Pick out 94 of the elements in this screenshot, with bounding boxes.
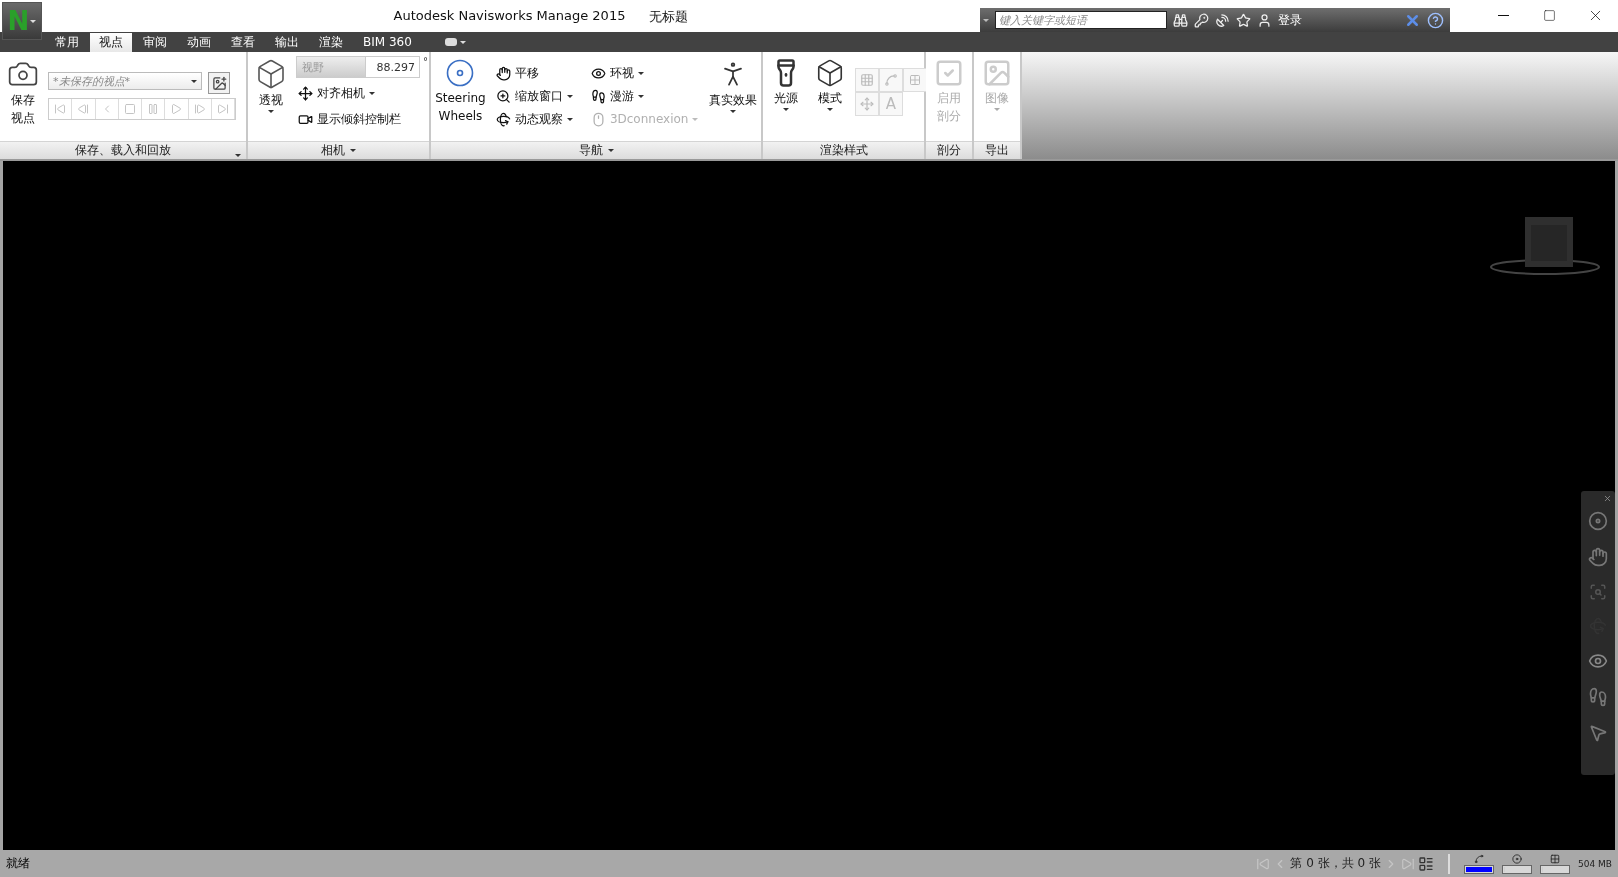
- sheet-counter: 第 0 张，共 0 张: [1290, 855, 1381, 872]
- snap-button[interactable]: [855, 92, 879, 116]
- user-icon[interactable]: [1257, 12, 1272, 28]
- caret-icon: [268, 110, 274, 113]
- expand-icon[interactable]: [983, 18, 989, 22]
- degree-unit: °: [423, 56, 428, 67]
- camera-edit-button[interactable]: [208, 72, 230, 94]
- grid-button[interactable]: [855, 68, 879, 92]
- panel-title: 保存、载入和回放: [75, 142, 171, 159]
- key-icon[interactable]: [1194, 12, 1209, 28]
- skip-forward-icon[interactable]: [216, 103, 229, 115]
- check-box-icon: [934, 58, 964, 88]
- realism-button[interactable]: 真实效果: [708, 56, 757, 141]
- caret-icon: [827, 108, 833, 111]
- footprints-icon: [590, 88, 606, 104]
- nav-tool-button[interactable]: 漫游: [588, 85, 701, 107]
- panel-title: 导出: [985, 142, 1009, 159]
- caret-icon: [191, 79, 197, 83]
- caret-icon: [369, 91, 375, 95]
- move-icon: [298, 85, 313, 101]
- image-edit-icon: [211, 75, 227, 91]
- eye-icon[interactable]: [1588, 651, 1608, 671]
- hand-icon: [495, 65, 511, 81]
- window-title: Autodesk Navisworks Manage 2015: [393, 8, 626, 25]
- caret-icon: [30, 19, 37, 23]
- caret-icon: [729, 110, 736, 113]
- perspective-button[interactable]: 透视: [252, 56, 290, 141]
- panel-title[interactable]: 相机: [321, 142, 345, 159]
- caret-icon[interactable]: [350, 149, 356, 152]
- save-viewpoint-button[interactable]: 保存 视点: [4, 56, 42, 141]
- caret-icon: [994, 108, 1000, 111]
- caret-icon: [783, 108, 789, 111]
- box-icon: [255, 58, 287, 90]
- pointer-icon[interactable]: [1588, 723, 1608, 743]
- grid-icon: [860, 73, 874, 87]
- orbit-icon: [495, 111, 511, 127]
- step-forward-icon[interactable]: [193, 103, 206, 115]
- nav-tool-button[interactable]: 缩放窗口: [493, 85, 575, 107]
- hand-icon[interactable]: [1588, 547, 1608, 567]
- ribbon-tab[interactable]: 审阅: [134, 32, 176, 52]
- ribbon-tab[interactable]: BIM 360: [354, 32, 421, 52]
- ribbon-tab[interactable]: 输出: [266, 32, 308, 52]
- panel-title: 渲染样式: [819, 142, 868, 159]
- pause-icon[interactable]: [147, 103, 160, 115]
- nav-tool-button[interactable]: 平移: [493, 62, 575, 84]
- wheel-icon: [445, 58, 476, 88]
- image-icon: [982, 58, 1012, 88]
- satellite-icon[interactable]: [1215, 12, 1230, 28]
- footprints-icon[interactable]: [1588, 687, 1608, 707]
- lights-button[interactable]: 光源: [767, 56, 805, 141]
- points-button[interactable]: [903, 68, 927, 92]
- cube-icon: [815, 58, 845, 88]
- zoom-window-icon[interactable]: [1589, 583, 1607, 601]
- show-tilt-bar-button[interactable]: 显示倾斜控制栏: [296, 108, 428, 130]
- ribbon-tab[interactable]: 视点: [90, 33, 132, 52]
- skip-back-icon[interactable]: [54, 103, 67, 115]
- ribbon-tab[interactable]: 渲染: [310, 32, 352, 52]
- eye-icon: [590, 65, 606, 81]
- status-text: 就绪: [6, 855, 31, 872]
- minimize-icon: [1497, 14, 1509, 16]
- zoom-icon: [495, 88, 511, 104]
- ribbon-tab[interactable]: 查看: [222, 32, 264, 52]
- arrows-icon: [860, 97, 874, 111]
- document-title: 无标题: [649, 8, 689, 26]
- nav-tool-button[interactable]: 环视: [588, 62, 701, 84]
- ribbon-tab[interactable]: 动画: [178, 32, 220, 52]
- panel-title[interactable]: 导航: [578, 142, 603, 159]
- caret-icon: [459, 40, 466, 44]
- help-icon[interactable]: [1427, 11, 1444, 29]
- binoculars-icon[interactable]: [1173, 12, 1188, 28]
- mouse-icon: [590, 111, 606, 127]
- caret-icon[interactable]: [607, 149, 614, 152]
- step-back-icon[interactable]: [77, 103, 90, 115]
- stop-icon[interactable]: [123, 103, 136, 115]
- sign-in-link[interactable]: 登录: [1278, 11, 1398, 29]
- wheel-icon[interactable]: [1588, 511, 1608, 531]
- fov-field[interactable]: 视野 88.297: [296, 56, 420, 78]
- search-field[interactable]: 键入关键字或短语: [995, 11, 1167, 29]
- nav-tool-button[interactable]: 动态观察: [493, 108, 575, 130]
- mode-button[interactable]: 模式: [811, 56, 849, 141]
- points-icon: [909, 74, 921, 86]
- play-icon[interactable]: [170, 103, 183, 115]
- memory-usage: 504 MB: [1578, 858, 1612, 869]
- steering-wheels-button[interactable]: Steering Wheels: [435, 56, 486, 141]
- star-icon[interactable]: [1236, 12, 1251, 28]
- ribbon-tab[interactable]: 常用: [46, 32, 88, 52]
- align-camera-button[interactable]: 对齐相机: [296, 82, 428, 104]
- maximize-icon: [1542, 8, 1556, 22]
- sheet-list-icon[interactable]: [1418, 855, 1434, 872]
- panel-title: 剖分: [937, 142, 961, 159]
- line-icon: [884, 73, 898, 87]
- disk-icon: [1512, 853, 1522, 864]
- close-icon[interactable]: [1603, 494, 1612, 503]
- panel-launcher-icon[interactable]: [235, 154, 241, 157]
